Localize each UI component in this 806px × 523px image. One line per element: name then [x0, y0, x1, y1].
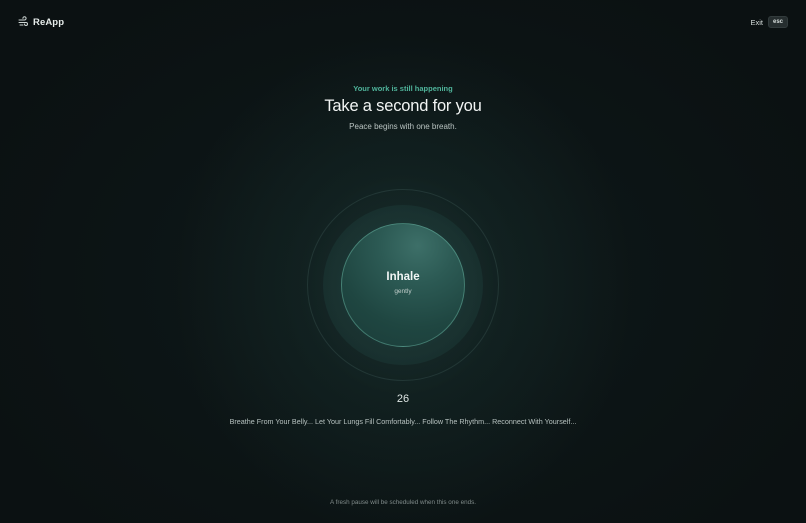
breath-phase: Inhale — [386, 271, 420, 283]
footer-note: A fresh pause will be scheduled when thi… — [330, 499, 476, 506]
status-eyebrow: Your work is still happening — [353, 84, 453, 93]
brand: ReApp — [18, 16, 64, 28]
break-screen: ReApp Exit esc Your work is still happen… — [0, 0, 806, 523]
countdown-timer: 26 — [396, 393, 410, 405]
wind-icon — [18, 16, 28, 28]
page-title: Take a second for you — [324, 97, 482, 115]
exit-control: Exit esc — [750, 16, 788, 28]
guidance-text: Breathe From Your Belly... Let Your Lung… — [229, 417, 577, 426]
page-subtitle: Peace begins with one breath. — [349, 122, 457, 131]
breath-phase-hint: gently — [394, 288, 412, 295]
exit-shortcut-key: esc — [767, 16, 788, 28]
exit-button[interactable]: Exit — [750, 18, 763, 27]
breathing-orb: Inhale gently — [341, 223, 465, 347]
app-name: ReApp — [33, 16, 65, 28]
